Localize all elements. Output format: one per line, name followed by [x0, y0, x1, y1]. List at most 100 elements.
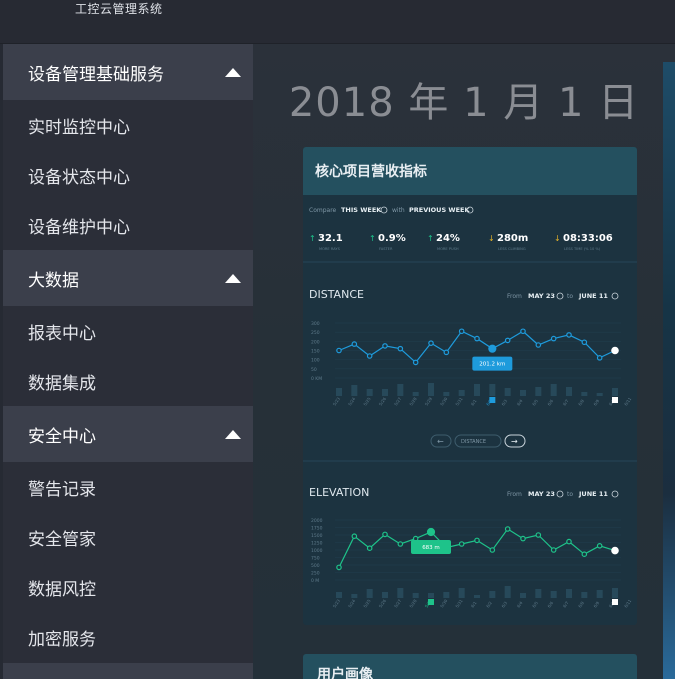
sidebar-group-device-management[interactable]: 设备管理基础服务	[3, 44, 253, 100]
sidebar-item-security-manager[interactable]: 安全管家	[3, 512, 253, 562]
sidebar-item-reports[interactable]: 报表中心	[3, 306, 253, 356]
y-tick-label: 1250	[311, 541, 323, 547]
previous-week-select[interactable]: PREVIOUS WEEK	[409, 206, 470, 214]
main-content: 2018 年 1 月 1 日 核心项目营收指标 Compare THIS WEE…	[253, 44, 675, 679]
volume-bar	[612, 388, 618, 396]
y-tick-label: 250	[311, 330, 320, 336]
sidebar-footer	[3, 663, 253, 679]
volume-bar	[535, 387, 542, 396]
data-point	[535, 532, 542, 538]
data-point	[566, 332, 572, 338]
distance-to-select[interactable]: JUNE 11	[578, 292, 608, 300]
data-point	[535, 342, 542, 348]
elevation-chart: 2000 17501500 12501000 750500 2500 M 5/23 5/24…	[311, 518, 633, 609]
volume-bar	[382, 592, 388, 598]
data-point	[366, 353, 373, 359]
volume-bar	[397, 588, 404, 598]
card-title: 用户画像	[317, 667, 373, 679]
from-label: From	[507, 293, 522, 300]
elevation-to-select[interactable]: JUNE 11	[578, 490, 608, 498]
data-point	[611, 346, 619, 355]
from-label: From	[507, 491, 522, 498]
x-tick-label: 6/6	[546, 398, 554, 407]
sidebar-item-data-integration[interactable]: 数据集成	[3, 356, 253, 406]
x-tick-label: 6/3	[500, 600, 508, 609]
volume-bar	[336, 592, 342, 598]
revenue-card: 核心项目营收指标 Compare THIS WEEK with PREVIOUS…	[303, 147, 637, 625]
x-tick-label: 5/27	[393, 396, 403, 407]
stat-value: 0.9%	[378, 233, 406, 244]
volume-bar	[443, 592, 450, 598]
data-point	[351, 533, 358, 540]
x-tick-label: 5/31	[454, 396, 464, 407]
volume-bar	[412, 392, 419, 396]
volume-bar	[474, 384, 480, 396]
x-tick-label: 6/3	[500, 398, 508, 407]
x-tick-label: 6/9	[592, 600, 600, 609]
stats-row: ↑ 32.1MORE RAYS↑ 0.9%FASTER↑ 24%MORE PUSH↓ 2…	[309, 233, 613, 251]
x-tick-label: 6/2	[485, 600, 493, 609]
elevation-title: ELEVATION	[309, 486, 369, 499]
elevation-from-select[interactable]: MAY 23	[528, 490, 555, 498]
y-tick-label: 2000	[311, 518, 323, 524]
data-point	[336, 347, 342, 354]
volume-bar	[581, 592, 588, 598]
volume-bar	[520, 593, 526, 598]
volume-bar	[566, 387, 572, 396]
volume-bar	[458, 588, 465, 598]
y-tick-label: 150	[311, 349, 320, 355]
volume-bar	[612, 588, 618, 598]
x-tick-label: 5/24	[347, 598, 357, 609]
x-tick-label: 6/11	[623, 396, 633, 407]
tooltip-text: 201.2 km	[479, 362, 505, 368]
x-tick-label: 5/23	[332, 598, 342, 609]
with-label: with	[392, 207, 405, 214]
sidebar-item-data-risk-control[interactable]: 数据风控	[3, 562, 253, 612]
y-tick-label: 100	[311, 358, 320, 364]
stat-label: LESS CLIMBING	[498, 247, 526, 251]
x-tick-label: 5/28	[408, 598, 418, 609]
card-header: 核心项目营收指标	[303, 147, 637, 195]
data-point	[504, 526, 511, 532]
distance-title: DISTANCE	[309, 288, 364, 301]
volume-bar	[428, 593, 434, 598]
stat-value: 32.1	[318, 233, 343, 244]
sidebar-group-big-data[interactable]: 大数据	[3, 250, 253, 306]
x-tick-label: 5/27	[393, 598, 403, 609]
sidebar-group-security[interactable]: 安全中心	[3, 406, 253, 462]
top-bar: 工控云管理系统	[0, 0, 675, 44]
sidebar: 设备管理基础服务 实时监控中心 设备状态中心 设备维护中心 大数据 报表中心 数…	[3, 44, 253, 679]
data-point	[550, 547, 557, 553]
x-tick-label: 5/30	[439, 598, 449, 609]
sidebar-item-device-status[interactable]: 设备状态中心	[3, 150, 253, 200]
stat-value: 08:33:06	[563, 233, 613, 244]
data-point	[520, 535, 526, 542]
stat-label: FASTER	[379, 247, 393, 251]
volume-bar	[474, 595, 480, 598]
stat-value: 24%	[436, 233, 460, 244]
volume-bar	[366, 389, 373, 396]
data-point	[397, 541, 404, 547]
volume-bar	[443, 392, 450, 396]
volume-bar	[351, 385, 358, 396]
arrow-up-icon: ↑	[309, 234, 316, 243]
volume-bar	[596, 393, 603, 396]
elevation-header: ELEVATION From MAY 23 to JUNE 11	[309, 486, 619, 499]
group-title: 设备管理基础服务	[28, 64, 164, 85]
sidebar-item-encryption-service[interactable]: 加密服务	[3, 612, 253, 662]
this-week-select[interactable]: THIS WEEK	[341, 206, 382, 214]
distance-from-select[interactable]: MAY 23	[528, 292, 555, 300]
data-point	[581, 339, 588, 346]
chevron-down-icon	[556, 292, 564, 300]
arrow-right-icon: →	[511, 437, 518, 446]
sidebar-item-realtime-monitoring[interactable]: 实时监控中心	[3, 100, 253, 150]
chart-navigation: ← DISTANCE →	[430, 434, 526, 448]
data-point	[382, 343, 388, 349]
card-title: 核心项目营收指标	[315, 164, 427, 180]
x-tick-label: 5/23	[332, 396, 342, 407]
sidebar-item-device-maintenance[interactable]: 设备维护中心	[3, 200, 253, 250]
sidebar-item-alert-log[interactable]: 警告记录	[3, 462, 253, 512]
page-date: 2018 年 1 月 1 日	[288, 80, 640, 126]
x-tick-label: 6/4	[516, 600, 524, 609]
volume-bar	[504, 388, 511, 396]
